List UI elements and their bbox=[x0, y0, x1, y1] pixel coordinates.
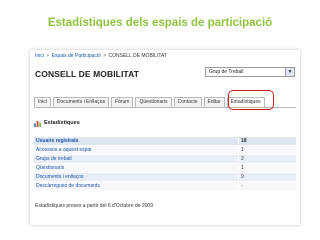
stats-table: Usuaris registrats 18 Accessos a aquest … bbox=[34, 137, 296, 191]
tab-forum[interactable]: Fòrum bbox=[110, 97, 134, 107]
breadcrumb-item-current: CONSELL DE MOBILITAT bbox=[108, 53, 168, 59]
section-header: Estadístiques bbox=[34, 118, 80, 128]
tab-contacte[interactable]: Contacte bbox=[173, 97, 202, 107]
breadcrumb: Inici > Espais de Participació > CONSELL… bbox=[35, 53, 167, 59]
bar-chart-icon bbox=[34, 120, 41, 127]
stat-value: 1 bbox=[238, 147, 296, 153]
stat-label: Grups de treball bbox=[36, 156, 72, 162]
tab-editar[interactable]: Editar bbox=[203, 97, 225, 107]
table-row: Documents i enllaços 9 bbox=[34, 173, 296, 182]
stat-label: Documents i enllaços bbox=[36, 174, 84, 180]
stat-value: 18 bbox=[238, 138, 296, 144]
chevron-down-icon[interactable]: ▼ bbox=[285, 68, 294, 76]
stat-value: 9 bbox=[238, 174, 296, 180]
stats-footer-note: Estadístiques preses a partir del 6 d'Oc… bbox=[35, 203, 153, 209]
tab-inici[interactable]: Inici bbox=[34, 97, 51, 107]
stat-label: Descàrregues de documents bbox=[36, 183, 100, 189]
tab-documents[interactable]: Documents i Enllaços bbox=[52, 97, 109, 107]
stat-label: Accessos a aquest espai bbox=[36, 147, 92, 153]
breadcrumb-separator: > bbox=[103, 53, 107, 59]
slide-title: Estadístiques dels espais de participaci… bbox=[47, 17, 273, 29]
table-row: Descàrregues de documents - bbox=[34, 182, 296, 191]
breadcrumb-item-espais[interactable]: Espais de Participació bbox=[52, 53, 101, 59]
table-row: Accessos a aquest espai 1 bbox=[34, 146, 296, 155]
highlight-outline bbox=[228, 90, 274, 110]
tab-questionaris[interactable]: Qüestionaris bbox=[135, 97, 172, 107]
stat-value: 1 bbox=[238, 165, 296, 171]
group-select-value: Grup de Treball bbox=[209, 69, 244, 75]
stat-label: Qüestionaris bbox=[36, 165, 65, 171]
stat-label: Usuaris registrats bbox=[36, 138, 79, 144]
table-row: Qüestionaris 1 bbox=[34, 164, 296, 173]
table-row: Grups de treball 2 bbox=[34, 155, 296, 164]
page-title: CONSELL DE MOBILITAT bbox=[35, 69, 139, 79]
stat-value: 2 bbox=[238, 156, 296, 162]
screenshot-panel: Inici > Espais de Participació > CONSELL… bbox=[30, 50, 300, 225]
table-row: Usuaris registrats 18 bbox=[34, 137, 296, 146]
group-select[interactable]: Grup de Treball ▼ bbox=[205, 67, 295, 77]
breadcrumb-item-inici[interactable]: Inici bbox=[35, 53, 44, 59]
section-title: Estadístiques bbox=[44, 120, 80, 126]
breadcrumb-separator: > bbox=[46, 53, 50, 59]
stat-value: - bbox=[238, 183, 296, 189]
